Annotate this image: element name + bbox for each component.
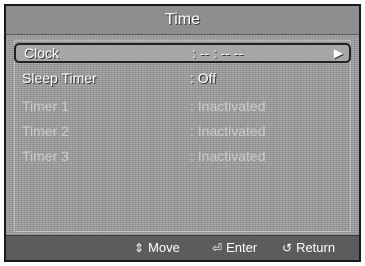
menu-item-value: : Inactivated xyxy=(190,148,266,164)
menu-item-label: Sleep Timer xyxy=(22,70,97,86)
menu-item-label: Timer 2 xyxy=(22,123,69,139)
menu-item-value: : Inactivated xyxy=(190,123,266,139)
menu-item-value: : -- : -- -- xyxy=(192,45,244,61)
menu-footer: ⇕ Move ⏎ Enter ↺ Return xyxy=(6,235,359,260)
hint-return: ↺ Return xyxy=(282,236,335,260)
menu-item-value: : Off xyxy=(190,70,217,86)
enter-icon: ⏎ xyxy=(212,241,223,255)
menu-header: Time xyxy=(6,6,359,35)
menu-item-timer-3[interactable]: Timer 3 : Inactivated xyxy=(14,146,351,166)
menu-item-value: : Inactivated xyxy=(190,98,266,114)
right-arrow-icon: ▶ xyxy=(333,46,343,60)
menu-item-label: Timer 3 xyxy=(22,148,69,164)
time-menu-window: Time Clock : -- : -- -- ▶ Sleep Timer : … xyxy=(4,4,361,262)
return-label: Return xyxy=(296,240,336,255)
menu-item-label: Clock xyxy=(24,45,60,61)
return-icon: ↺ xyxy=(282,241,293,255)
menu-item-clock[interactable]: Clock : -- : -- -- ▶ xyxy=(14,43,351,63)
menu-item-timer-1[interactable]: Timer 1 : Inactivated xyxy=(14,96,351,116)
hint-move: ⇕ Move xyxy=(134,236,180,260)
menu-item-label: Timer 1 xyxy=(22,98,69,114)
hint-enter: ⏎ Enter xyxy=(212,236,257,260)
menu-item-timer-2[interactable]: Timer 2 : Inactivated xyxy=(14,121,351,141)
menu-title: Time xyxy=(165,11,200,28)
move-label: Move xyxy=(148,240,180,255)
enter-label: Enter xyxy=(226,240,258,255)
move-icon: ⇕ xyxy=(134,241,145,255)
menu-item-sleep-timer[interactable]: Sleep Timer : Off xyxy=(14,68,351,88)
